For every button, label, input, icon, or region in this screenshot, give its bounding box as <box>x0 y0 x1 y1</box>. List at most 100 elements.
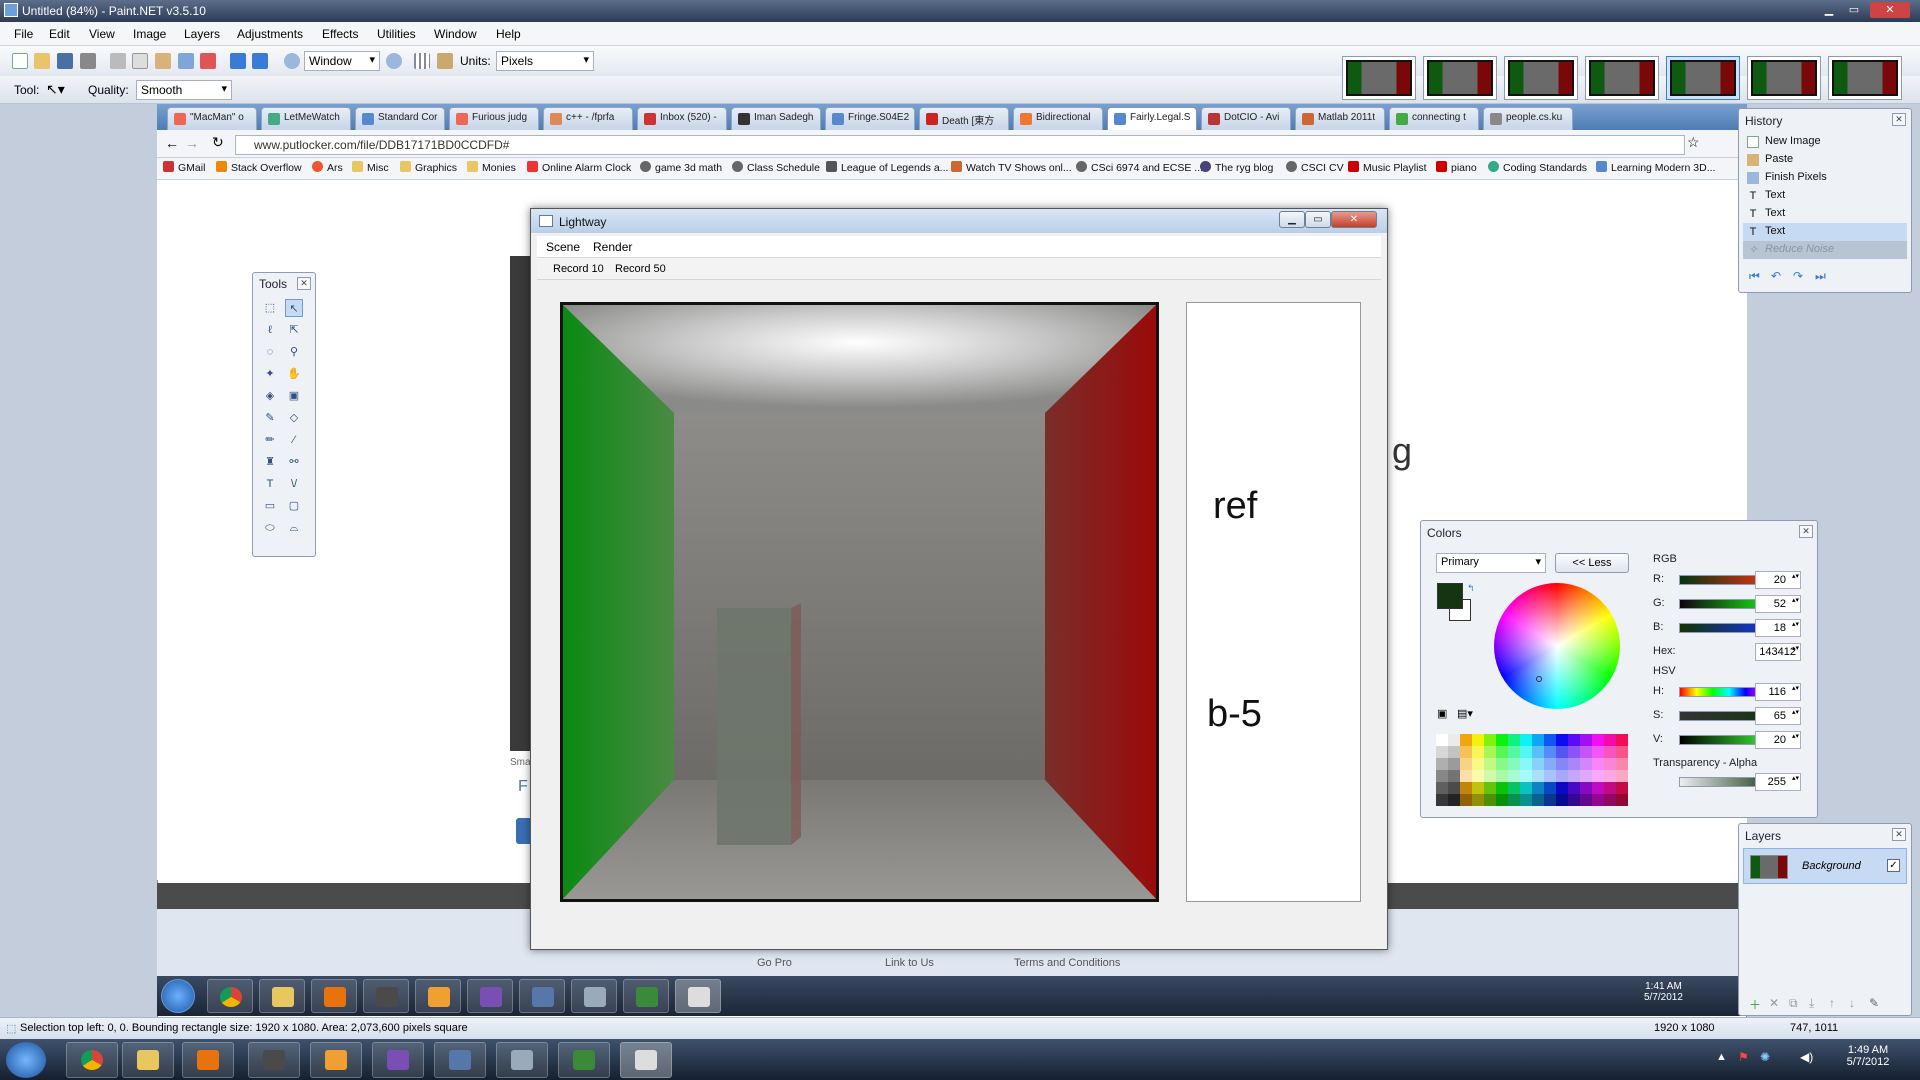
bookmark-item[interactable]: Class Schedule <box>732 161 820 174</box>
image-thumbnail[interactable] <box>1504 56 1578 100</box>
palette-swatch[interactable] <box>1532 746 1544 758</box>
close-icon[interactable]: ✕ <box>1799 525 1813 538</box>
app-taskbar-button[interactable] <box>558 1042 610 1078</box>
bookmark-item[interactable]: Music Playlist <box>1348 161 1427 174</box>
maximize-icon[interactable]: ▭ <box>1843 2 1865 18</box>
palette-swatch[interactable] <box>1508 734 1520 746</box>
add-layer-icon[interactable]: ＋ <box>1749 996 1761 1013</box>
menu-scene[interactable]: Scene <box>546 240 580 254</box>
color-picker-icon[interactable]: ⁄ <box>285 431 303 449</box>
bookmark-item[interactable]: CSci 6974 and ECSE ... <box>1076 161 1203 174</box>
bookmark-folder[interactable]: Graphics <box>400 161 457 174</box>
back-icon[interactable]: ← <box>165 135 179 151</box>
maximize-icon[interactable]: ▭ <box>1305 211 1331 228</box>
magic-wand-icon[interactable]: ✦ <box>261 365 279 383</box>
palette-swatch[interactable] <box>1616 746 1628 758</box>
palette-swatch[interactable] <box>1448 770 1460 782</box>
menu-edit[interactable]: Edit <box>49 27 70 41</box>
palette-swatch[interactable] <box>1580 782 1592 794</box>
redo-icon[interactable]: ↷ <box>1793 269 1803 283</box>
palette-swatch[interactable] <box>1532 758 1544 770</box>
bookmark-item[interactable]: Coding Standards <box>1488 161 1587 174</box>
palette-swatch[interactable] <box>1544 734 1556 746</box>
pan-icon[interactable]: ✋ <box>285 365 303 383</box>
bookmark-item[interactable]: The ryg blog <box>1200 161 1273 174</box>
bookmark-item[interactable]: Online Alarm Clock <box>527 161 631 174</box>
palette-swatch[interactable] <box>1604 734 1616 746</box>
sublime-taskbar-button[interactable] <box>248 1042 300 1078</box>
palette-swatch[interactable] <box>1460 782 1472 794</box>
history-item[interactable]: T Text <box>1743 205 1907 223</box>
hex-input[interactable]: 143412 <box>1755 643 1801 661</box>
palette-swatch[interactable] <box>1472 794 1484 806</box>
palette-swatch[interactable] <box>1484 782 1496 794</box>
palette-swatch[interactable] <box>1496 758 1508 770</box>
palette-swatch[interactable] <box>1616 758 1628 770</box>
palette-menu-icon[interactable]: ▤▾ <box>1457 707 1473 720</box>
units-select[interactable]: Pixels <box>496 51 594 71</box>
palette-swatch[interactable] <box>1496 770 1508 782</box>
browser-tab[interactable]: Matlab 2011t <box>1295 107 1385 130</box>
palette-swatch[interactable] <box>1460 734 1472 746</box>
palette-swatch[interactable] <box>1436 746 1448 758</box>
zoom-out-icon[interactable] <box>284 53 300 69</box>
palette-swatch[interactable] <box>1556 770 1568 782</box>
minimize-icon[interactable]: ▁ <box>1818 2 1840 18</box>
palette-swatch[interactable] <box>1568 794 1580 806</box>
move-selected-icon[interactable]: ⇱ <box>285 321 303 339</box>
rectangle-select-icon[interactable]: ⬚ <box>261 299 279 317</box>
close-icon[interactable]: ✕ <box>1331 211 1377 228</box>
palette-swatch[interactable] <box>1580 746 1592 758</box>
palette-swatch[interactable] <box>1484 734 1496 746</box>
image-thumbnail-active[interactable] <box>1666 56 1740 100</box>
palette-swatch[interactable] <box>1532 734 1544 746</box>
palette-swatch[interactable] <box>1580 758 1592 770</box>
palette-swatch[interactable] <box>1544 782 1556 794</box>
palette-swatch[interactable] <box>1508 770 1520 782</box>
palette-swatch[interactable] <box>1616 734 1628 746</box>
visual-studio-taskbar-button[interactable] <box>467 979 513 1013</box>
palette-swatch[interactable] <box>1604 794 1616 806</box>
merge-layer-icon[interactable]: ⤓ <box>1809 996 1814 1011</box>
cut-icon[interactable] <box>110 53 126 69</box>
palette-swatch[interactable] <box>1592 734 1604 746</box>
red-input[interactable]: 20 <box>1755 571 1801 589</box>
paste-icon[interactable] <box>155 53 171 69</box>
bookmark-item[interactable]: CSCI CV <box>1286 161 1344 174</box>
forward-icon[interactable]: → <box>185 135 199 151</box>
palette-swatch[interactable] <box>1484 794 1496 806</box>
palette-swatch[interactable] <box>1580 734 1592 746</box>
palette-swatch[interactable] <box>1472 782 1484 794</box>
palette-swatch[interactable] <box>1436 782 1448 794</box>
palette-swatch[interactable] <box>1508 758 1520 770</box>
palette-swatch[interactable] <box>1484 770 1496 782</box>
bookmark-item[interactable]: League of Legends a... <box>826 161 948 174</box>
save-icon[interactable] <box>57 53 73 69</box>
browser-tab[interactable]: Standard Cor <box>355 107 445 130</box>
clone-stamp-icon[interactable]: ♜ <box>261 453 279 471</box>
sublime-taskbar-button[interactable] <box>363 979 409 1013</box>
ruler-icon[interactable] <box>437 53 453 69</box>
palette-swatch[interactable] <box>1616 794 1628 806</box>
history-item-selected[interactable]: T Text <box>1743 223 1907 241</box>
palette-swatch[interactable] <box>1520 794 1532 806</box>
menu-render[interactable]: Render <box>593 240 632 254</box>
palette-swatch[interactable] <box>1436 734 1448 746</box>
close-icon[interactable]: ✕ <box>1870 2 1910 18</box>
pencil-icon[interactable]: ✏ <box>261 431 279 449</box>
zoom-icon[interactable]: ⚲ <box>285 343 303 361</box>
footer-link[interactable]: Link to Us <box>885 957 934 969</box>
palette-swatch[interactable] <box>1532 794 1544 806</box>
chrome-taskbar-button[interactable] <box>66 1042 118 1078</box>
print-icon[interactable] <box>80 53 96 69</box>
menu-file[interactable]: File <box>14 27 33 41</box>
palette-swatch[interactable] <box>1616 770 1628 782</box>
swap-colors-icon[interactable]: ↰ <box>1467 583 1475 594</box>
bookmark-item[interactable]: Ars <box>312 161 343 174</box>
browser-tab[interactable]: Fringe.S04E2 <box>825 107 915 130</box>
browser-tab[interactable]: people.cs.ku <box>1483 107 1573 130</box>
palette-swatch[interactable] <box>1556 758 1568 770</box>
palette-swatch[interactable] <box>1532 782 1544 794</box>
palette-swatch[interactable] <box>1460 746 1472 758</box>
app-taskbar-button[interactable] <box>571 979 617 1013</box>
